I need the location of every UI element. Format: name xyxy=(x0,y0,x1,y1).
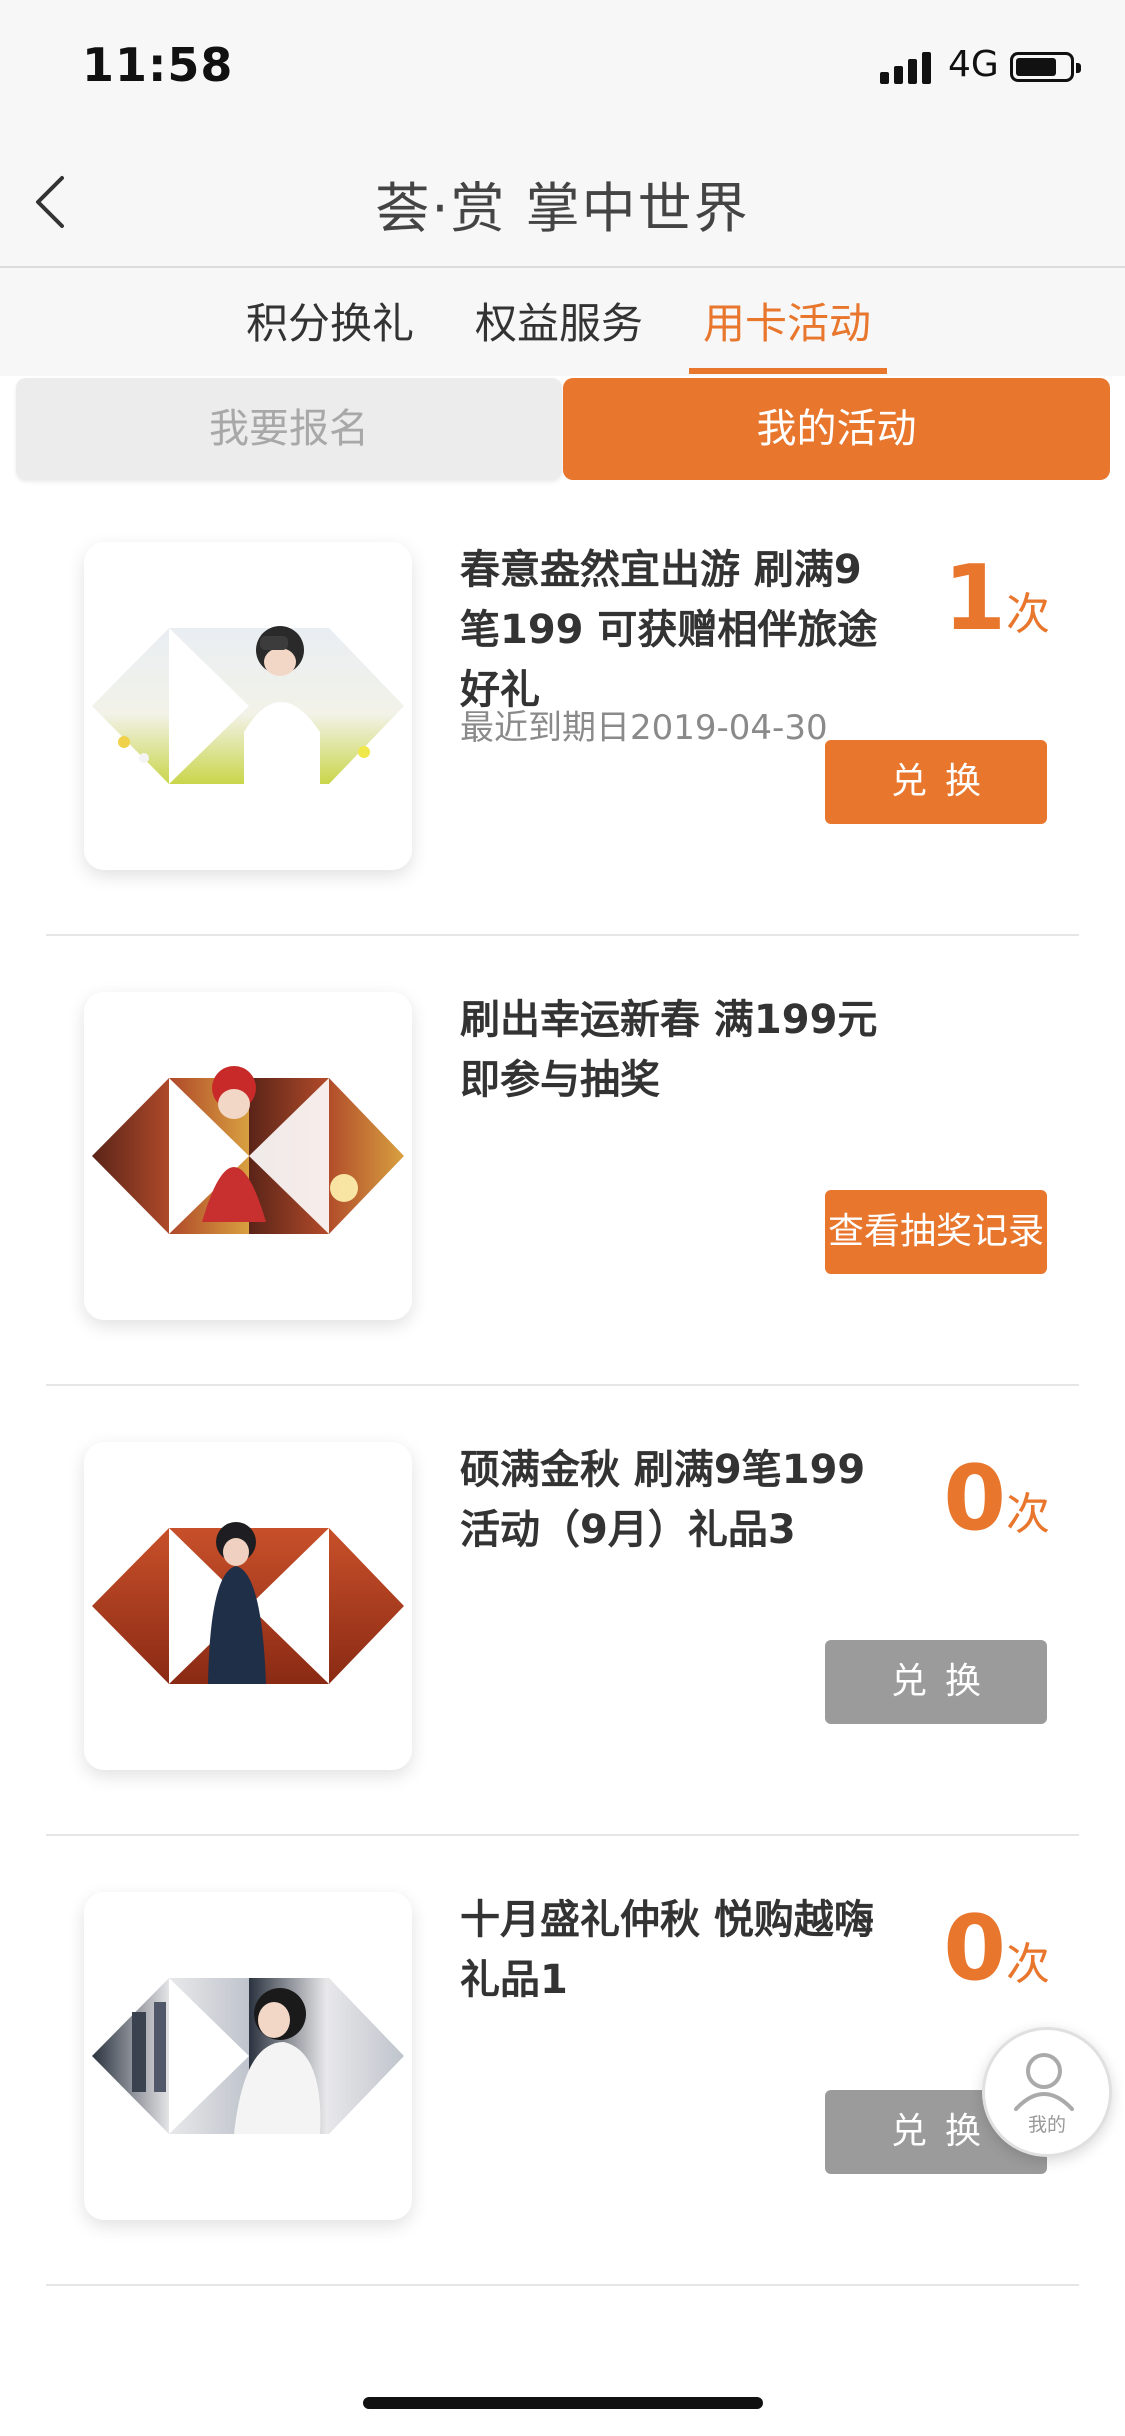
activity-card[interactable]: 硕满金秋 刷满9笔199活动（9月）礼品3 0次 兑换 xyxy=(0,1390,1125,1840)
battery-icon xyxy=(1010,52,1081,82)
tab-benefit-service[interactable]: 权益服务 xyxy=(475,290,643,376)
segment-sign-up[interactable]: 我要报名 xyxy=(16,378,562,480)
tab-bar: 积分换礼 权益服务 用卡活动 xyxy=(0,268,1125,376)
network-type: 4G xyxy=(948,44,999,85)
redeem-button[interactable]: 兑换 xyxy=(825,1640,1047,1724)
view-lottery-records-button[interactable]: 查看抽奖记录 xyxy=(825,1190,1047,1274)
signal-icon xyxy=(880,52,936,84)
activity-title: 春意盎然宜出游 刷满9笔199 可获赠相伴旅途好礼 xyxy=(460,547,878,713)
page-title: 荟·赏 掌中世界 xyxy=(375,177,750,240)
remaining-count: 0次 xyxy=(943,1446,1050,1551)
redeem-button[interactable]: 兑换 xyxy=(825,740,1047,824)
activity-thumbnail xyxy=(84,1442,412,1770)
divider xyxy=(46,1834,1079,1836)
divider xyxy=(46,934,1079,936)
activity-thumbnail xyxy=(84,542,412,870)
tab-card-activity[interactable]: 用卡活动 xyxy=(703,290,871,376)
activity-title: 十月盛礼仲秋 悦购越嗨礼品1 xyxy=(460,1897,874,2003)
tab-points-gift[interactable]: 积分换礼 xyxy=(246,290,414,376)
activity-card[interactable]: 春意盎然宜出游 刷满9笔199 可获赠相伴旅途好礼 最近到期日2019-04-3… xyxy=(0,490,1125,940)
activity-title: 硕满金秋 刷满9笔199活动（9月）礼品3 xyxy=(460,1447,866,1553)
navigation-bar: 荟·赏 掌中世界 xyxy=(0,140,1125,268)
activity-expiry: 最近到期日2019-04-30 xyxy=(460,708,828,748)
remaining-count: 0次 xyxy=(943,1896,1050,2001)
activity-card[interactable]: 十月盛礼仲秋 悦购越嗨礼品1 0次 兑换 xyxy=(0,1840,1125,2290)
status-time: 11:58 xyxy=(82,38,234,92)
activity-title: 刷出幸运新春 满199元即参与抽奖 xyxy=(460,997,878,1103)
my-profile-label: 我的 xyxy=(1027,2114,1066,2136)
activity-thumbnail xyxy=(84,1892,412,2220)
activity-thumbnail xyxy=(84,992,412,1320)
active-tab-indicator xyxy=(689,368,887,374)
divider xyxy=(46,1384,1079,1386)
divider xyxy=(46,2284,1079,2286)
home-indicator xyxy=(363,2397,763,2409)
status-bar: 11:58 4G xyxy=(0,0,1125,140)
activity-card[interactable]: 刷出幸运新春 满199元即参与抽奖 查看抽奖记录 xyxy=(0,940,1125,1390)
segment-my-activities[interactable]: 我的活动 xyxy=(563,378,1110,480)
my-profile-button[interactable]: 我的 xyxy=(982,2027,1112,2157)
remaining-count: 1次 xyxy=(943,546,1050,651)
